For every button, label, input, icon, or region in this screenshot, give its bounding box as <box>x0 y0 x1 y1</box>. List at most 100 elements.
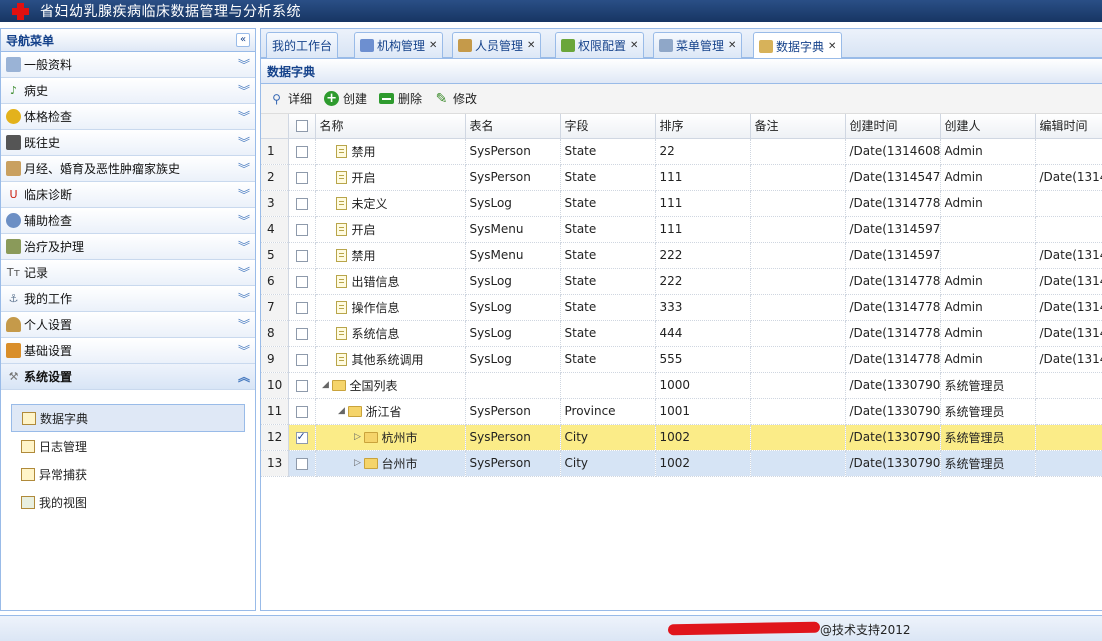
chevron-down-icon[interactable]: ︾ <box>238 238 250 255</box>
tab-2[interactable]: 机构管理 ✕ <box>354 32 444 58</box>
row-checkbox-cell[interactable] <box>288 216 316 243</box>
chevron-down-icon[interactable]: ︾ <box>238 160 250 177</box>
row-checkbox-cell[interactable] <box>288 138 316 165</box>
sidebar-item-9[interactable]: Tт 记录 ︾ <box>1 260 255 286</box>
chevron-down-icon[interactable]: ︾ <box>238 56 250 73</box>
expanded-arrow-icon[interactable]: ◢ <box>320 380 332 390</box>
chevron-down-icon[interactable]: ︾ <box>238 316 250 333</box>
sidebar-item-2[interactable]: ♪ 病史 ︾ <box>1 78 255 104</box>
row-checkbox[interactable] <box>295 145 308 158</box>
row-checkbox[interactable] <box>295 353 308 366</box>
table-row[interactable]: 8 系统信息 SysLog State 444/Date(13147785 Admin/D… <box>261 320 1102 347</box>
chevron-down-icon[interactable]: ︾ <box>238 134 250 151</box>
column-header[interactable]: 创建时间 <box>845 114 941 139</box>
tree-node[interactable]: 操作信息 <box>320 299 465 316</box>
select-all-checkbox[interactable] <box>295 120 308 133</box>
tab-3[interactable]: 人员管理 ✕ <box>452 32 542 58</box>
tree-node[interactable]: 系统信息 <box>320 325 465 342</box>
chevron-down-icon[interactable]: ︾ <box>238 108 250 125</box>
chevron-down-icon[interactable]: ︾ <box>238 82 250 99</box>
table-row[interactable]: 9 其他系统调用 SysLog State 555/Date(13147786 Admin… <box>261 346 1102 373</box>
row-checkbox[interactable] <box>295 430 308 444</box>
row-checkbox-cell[interactable] <box>288 164 316 191</box>
close-tab-icon[interactable]: ✕ <box>728 40 736 51</box>
table-row[interactable]: 6 出错信息 SysLog State 222/Date(13147785 Admin/D… <box>261 268 1102 295</box>
table-row[interactable]: 2 开启 SysPerson State 111/Date(13145472 Admin /… <box>261 164 1102 191</box>
row-checkbox-cell[interactable] <box>288 320 316 347</box>
row-checkbox-cell[interactable] <box>288 450 316 477</box>
row-checkbox[interactable] <box>295 379 308 392</box>
close-tab-icon[interactable]: ✕ <box>630 40 638 51</box>
create-button[interactable]: + 创建 <box>324 90 367 107</box>
row-checkbox-cell[interactable] <box>288 242 316 269</box>
expanded-arrow-icon[interactable]: ◢ <box>336 406 348 416</box>
column-header[interactable]: 编辑时间 <box>1035 114 1102 139</box>
row-checkbox-cell[interactable] <box>288 398 316 425</box>
close-tab-icon[interactable]: ✕ <box>828 41 836 52</box>
detail-button[interactable]: ⚲ 详细 <box>269 90 312 107</box>
column-header[interactable]: 表名 <box>465 114 561 139</box>
tree-node[interactable]: 禁用 <box>320 247 465 264</box>
chevron-down-icon[interactable]: ︾ <box>238 342 250 359</box>
tab-5[interactable]: 菜单管理 ✕ <box>653 32 743 58</box>
tree-node[interactable]: 禁用 <box>320 143 465 160</box>
row-checkbox[interactable] <box>295 249 308 262</box>
column-header[interactable]: 名称 <box>315 114 466 139</box>
chevron-down-icon[interactable]: ︾ <box>238 186 250 203</box>
row-checkbox[interactable] <box>295 457 308 470</box>
table-row[interactable]: 13 ▷ 台州市 SysPerson City 1002/Date(13307904 系统管… <box>261 450 1102 477</box>
sidebar-item-5[interactable]: 月经、婚育及恶性肿瘤家族史 ︾ <box>1 156 255 182</box>
row-checkbox-cell[interactable] <box>288 424 316 451</box>
submenu-item-2[interactable]: 日志管理 <box>11 432 245 460</box>
table-row[interactable]: 1 禁用 SysPerson State 22/Date(13146083 Admin <box>261 138 1102 165</box>
tree-node[interactable]: ◢ 全国列表 <box>320 377 465 394</box>
collapse-sidebar-icon[interactable]: « <box>236 33 250 47</box>
row-checkbox-cell[interactable] <box>288 268 316 295</box>
row-checkbox[interactable] <box>295 301 308 314</box>
tree-node[interactable]: ▷ 台州市 <box>320 455 465 472</box>
tree-node[interactable]: ◢ 浙江省 <box>320 403 465 420</box>
table-row[interactable]: 4 开启 SysMenu State 111/Date(13145975 <box>261 216 1102 243</box>
chevron-up-icon[interactable]: ︽ <box>238 368 250 385</box>
sidebar-item-8[interactable]: 治疗及护理 ︾ <box>1 234 255 260</box>
row-checkbox[interactable] <box>295 275 308 288</box>
submenu-item-3[interactable]: 异常捕获 <box>11 460 245 488</box>
close-tab-icon[interactable]: ✕ <box>429 40 437 51</box>
table-row[interactable]: 11 ◢ 浙江省 SysPerson Province 1001/Date(1330790… <box>261 398 1102 425</box>
sidebar-item-11[interactable]: 个人设置 ︾ <box>1 312 255 338</box>
table-row[interactable]: 5 禁用 SysMenu State 222/Date(13145975/Date(13… <box>261 242 1102 269</box>
sidebar-item-4[interactable]: 既往史 ︾ <box>1 130 255 156</box>
table-row[interactable]: 10 ◢ 全国列表 1000/Date(13307904 系统管理员 <box>261 372 1102 399</box>
submenu-item-4[interactable]: 我的视图 <box>11 488 245 516</box>
table-row[interactable]: 7 操作信息 SysLog State 333/Date(13147785 Admin/D… <box>261 294 1102 321</box>
tree-node[interactable]: 未定义 <box>320 195 465 212</box>
table-row[interactable]: 3 未定义 SysLog State 111/Date(13147785 Admin <box>261 190 1102 217</box>
chevron-down-icon[interactable]: ︾ <box>238 290 250 307</box>
sidebar-item-1[interactable]: 一般资料 ︾ <box>1 52 255 78</box>
tab-1[interactable]: 我的工作台 <box>266 32 339 58</box>
row-checkbox[interactable] <box>295 327 308 340</box>
tree-node[interactable]: 其他系统调用 <box>320 351 465 368</box>
chevron-down-icon[interactable]: ︾ <box>238 264 250 281</box>
row-checkbox[interactable] <box>295 171 308 184</box>
close-tab-icon[interactable]: ✕ <box>527 40 535 51</box>
row-checkbox[interactable] <box>295 197 308 210</box>
delete-button[interactable]: 删除 <box>379 90 422 107</box>
sidebar-item-12[interactable]: 基础设置 ︾ <box>1 338 255 364</box>
column-header[interactable]: 字段 <box>560 114 656 139</box>
collapsed-arrow-icon[interactable]: ▷ <box>352 432 364 442</box>
row-checkbox-cell[interactable] <box>288 294 316 321</box>
tab-6[interactable]: 数据字典 ✕ <box>753 32 843 59</box>
column-header[interactable]: 备注 <box>750 114 846 139</box>
edit-button[interactable]: ✎ 修改 <box>434 90 477 107</box>
sidebar-item-6[interactable]: U 临床诊断 ︾ <box>1 182 255 208</box>
select-all-checkbox-cell[interactable] <box>288 114 316 139</box>
tree-node[interactable]: 出错信息 <box>320 273 465 290</box>
sidebar-item-7[interactable]: 辅助检查 ︾ <box>1 208 255 234</box>
chevron-down-icon[interactable]: ︾ <box>238 212 250 229</box>
column-header[interactable]: 排序 <box>655 114 751 139</box>
sidebar-item-13[interactable]: ⚒ 系统设置 ︽ <box>1 364 255 390</box>
row-checkbox-cell[interactable] <box>288 190 316 217</box>
row-checkbox-cell[interactable] <box>288 346 316 373</box>
tab-4[interactable]: 权限配置 ✕ <box>555 32 645 58</box>
